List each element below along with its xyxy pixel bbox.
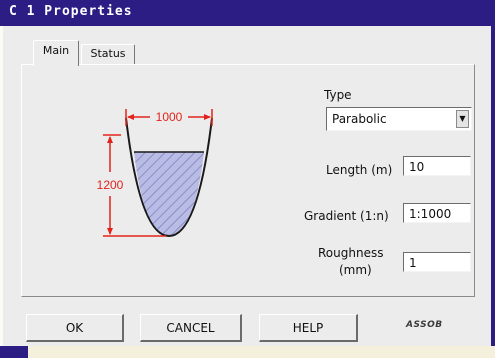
roughness-label-line1: Roughness [318,246,384,260]
height-label: 1200 [97,178,124,192]
width-label: 1000 [156,110,183,124]
footer-band [0,346,495,358]
width-arrow-right [204,114,211,120]
chevron-down-icon[interactable]: ▼ [456,110,469,128]
height-arrow-top [107,136,113,143]
water-fill [134,152,204,236]
footer-taskbar-fragment [0,346,28,358]
roughness-field[interactable]: 1 [403,252,471,272]
tab-main[interactable]: Main [33,40,79,66]
help-button[interactable]: HELP [259,314,358,342]
height-arrow-bottom [107,228,113,235]
type-label: Type [324,88,352,102]
type-select-value: Parabolic [332,112,387,126]
cancel-button[interactable]: CANCEL [140,314,242,342]
type-select[interactable]: Parabolic ▼ [326,107,472,131]
length-label: Length (m) [326,163,393,177]
roughness-label-line2: (mm) [339,263,372,277]
brand-logo: ASSOB [406,320,443,330]
length-field[interactable]: 10 [403,156,471,176]
width-arrow-left [127,114,134,120]
gradient-label: Gradient (1:n) [304,209,389,223]
ok-button[interactable]: OK [26,314,124,342]
gradient-field[interactable]: 1:1000 [403,203,471,223]
